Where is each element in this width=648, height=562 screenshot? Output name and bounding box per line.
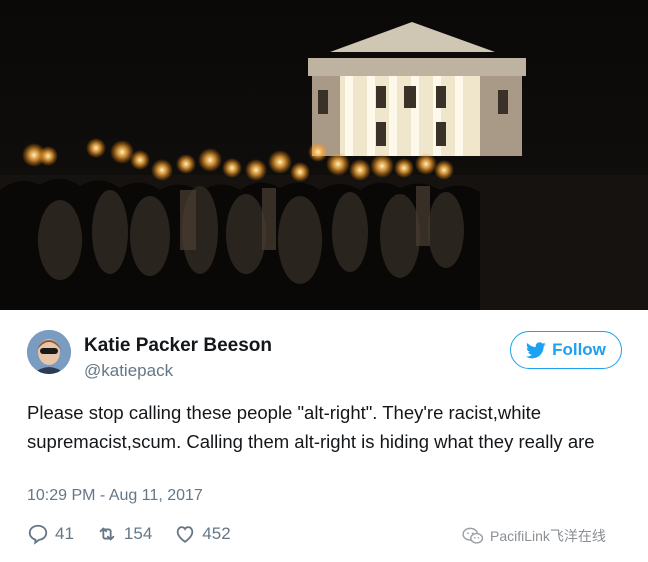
reply-button[interactable]: 41 bbox=[27, 523, 74, 545]
retweet-count: 154 bbox=[123, 524, 153, 543]
watermark: PacifiLink飞洋在线 bbox=[462, 526, 606, 546]
tweet-text: Please stop calling these people "alt-ri… bbox=[27, 402, 595, 452]
retweet-button[interactable]: 154 bbox=[96, 523, 152, 545]
heart-icon bbox=[177, 526, 194, 543]
follow-label: Follow bbox=[552, 340, 606, 359]
wechat-icon bbox=[462, 527, 484, 544]
follow-button[interactable]: Follow bbox=[510, 331, 622, 369]
avatar[interactable] bbox=[27, 330, 71, 374]
tweet-photo[interactable] bbox=[0, 0, 648, 310]
user-handle[interactable]: @katiepack bbox=[84, 361, 173, 381]
tweet-card: Katie Packer Beeson @katiepack Follow Pl… bbox=[0, 310, 648, 562]
like-button[interactable]: 452 bbox=[174, 523, 231, 545]
tweet-actions: 41 154 452 bbox=[27, 522, 253, 546]
watermark-text: PacifiLink飞洋在线 bbox=[490, 528, 606, 544]
retweet-icon bbox=[99, 527, 115, 541]
reply-count: 41 bbox=[55, 524, 74, 543]
like-count: 452 bbox=[202, 524, 231, 543]
reply-icon bbox=[28, 524, 48, 545]
display-name[interactable]: Katie Packer Beeson bbox=[84, 335, 272, 357]
tweet-timestamp[interactable]: 10:29 PM - Aug 11, 2017 bbox=[27, 487, 203, 505]
twitter-bird-icon bbox=[526, 341, 546, 358]
